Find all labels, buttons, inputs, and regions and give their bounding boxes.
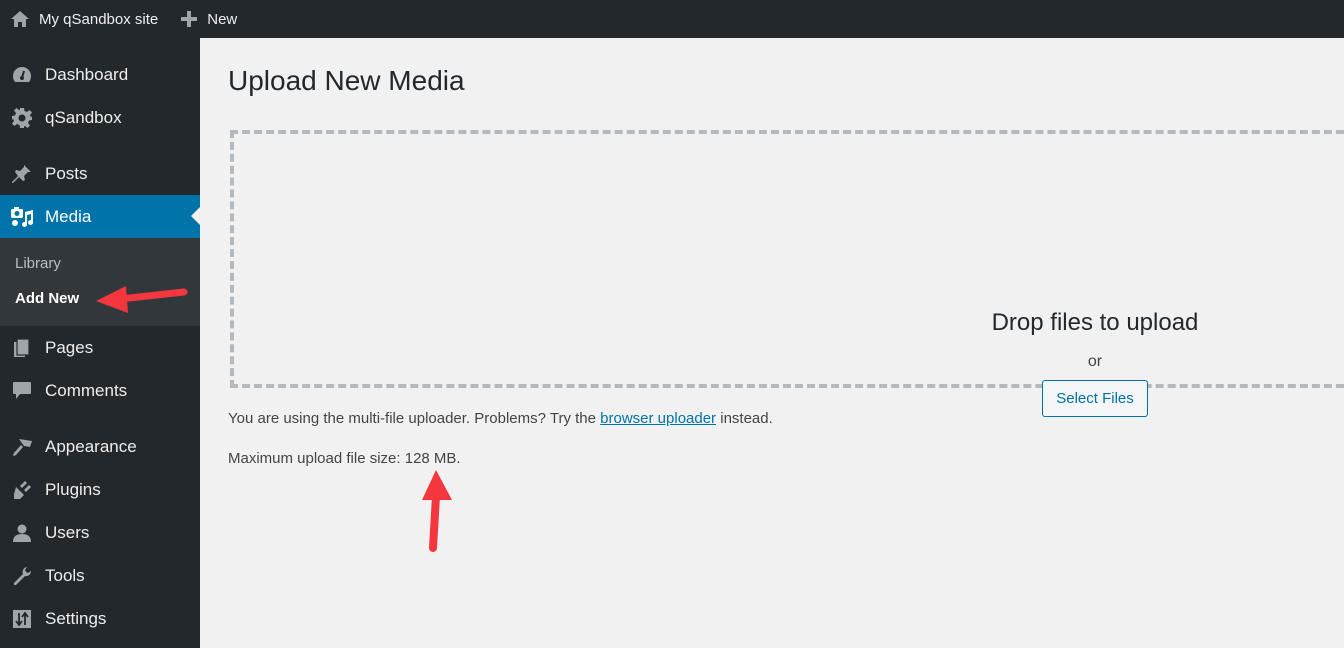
sidebar-item-label: Dashboard <box>45 64 129 84</box>
admin-sidebar: Dashboard qSandbox Posts Media Library A… <box>0 38 200 648</box>
sidebar-item-label: Users <box>45 522 90 542</box>
select-files-button[interactable]: Select Files <box>1042 380 1148 417</box>
sidebar-item-settings[interactable]: Settings <box>0 597 200 640</box>
main-content: Upload New Media Drop files to upload or… <box>200 38 1344 648</box>
uploader-info: You are using the multi-file uploader. P… <box>228 410 773 427</box>
sidebar-item-label: Posts <box>45 163 88 183</box>
sidebar-item-label: Settings <box>45 608 107 628</box>
new-label: New <box>207 10 238 28</box>
pushpin-icon <box>10 162 34 186</box>
sidebar-item-label: Appearance <box>45 436 137 456</box>
sidebar-item-label: Media <box>45 206 92 226</box>
sidebar-item-comments[interactable]: Comments <box>0 369 200 412</box>
comment-bubble-icon <box>10 379 34 403</box>
paintbrush-icon <box>10 435 34 459</box>
sidebar-item-appearance[interactable]: Appearance <box>0 425 200 468</box>
site-name-link[interactable]: My qSandbox site <box>0 0 168 38</box>
sidebar-item-qsandbox[interactable]: qSandbox <box>0 96 200 139</box>
sidebar-item-posts[interactable]: Posts <box>0 152 200 195</box>
plus-icon <box>181 11 198 27</box>
page-title: Upload New Media <box>228 65 465 96</box>
sidebar-item-pages[interactable]: Pages <box>0 326 200 369</box>
home-icon <box>11 11 29 27</box>
file-drop-zone[interactable]: Drop files to upload or Select Files <box>230 130 1344 417</box>
media-submenu: Library Add New <box>0 238 200 326</box>
sidebar-item-label: Pages <box>45 337 94 357</box>
sidebar-item-plugins[interactable]: Plugins <box>0 468 200 511</box>
gear-icon <box>10 106 34 130</box>
sidebar-item-media[interactable]: Media <box>0 195 200 238</box>
media-camera-music-icon <box>10 205 34 229</box>
sidebar-item-tools[interactable]: Tools <box>0 554 200 597</box>
sidebar-item-label: Comments <box>45 380 128 400</box>
dashboard-gauge-icon <box>10 63 34 87</box>
uploader-info-prefix: You are using the multi-file uploader. P… <box>228 410 601 427</box>
browser-uploader-link[interactable]: browser uploader <box>600 410 716 427</box>
sidebar-item-label: Plugins <box>45 479 101 499</box>
sidebar-item-users[interactable]: Users <box>0 511 200 554</box>
sidebar-item-label: qSandbox <box>45 107 122 127</box>
plug-icon <box>10 478 34 502</box>
drop-or-label: or <box>1087 353 1103 370</box>
submenu-item-library[interactable]: Library <box>0 246 200 281</box>
user-icon <box>10 521 34 545</box>
sidebar-item-label: Tools <box>45 565 85 585</box>
wrench-icon <box>10 564 34 588</box>
sliders-icon <box>10 607 34 631</box>
max-upload-size: Maximum upload file size: 128 MB. <box>228 450 461 467</box>
site-name-label: My qSandbox site <box>39 10 159 28</box>
drop-files-heading: Drop files to upload <box>991 309 1199 336</box>
uploader-info-suffix: instead. <box>716 410 773 427</box>
new-content-link[interactable]: New <box>168 0 247 38</box>
sidebar-item-dashboard[interactable]: Dashboard <box>0 53 200 96</box>
submenu-item-add-new[interactable]: Add New <box>0 281 200 316</box>
admin-bar: My qSandbox site New <box>0 0 1344 38</box>
pages-icon <box>10 336 34 360</box>
